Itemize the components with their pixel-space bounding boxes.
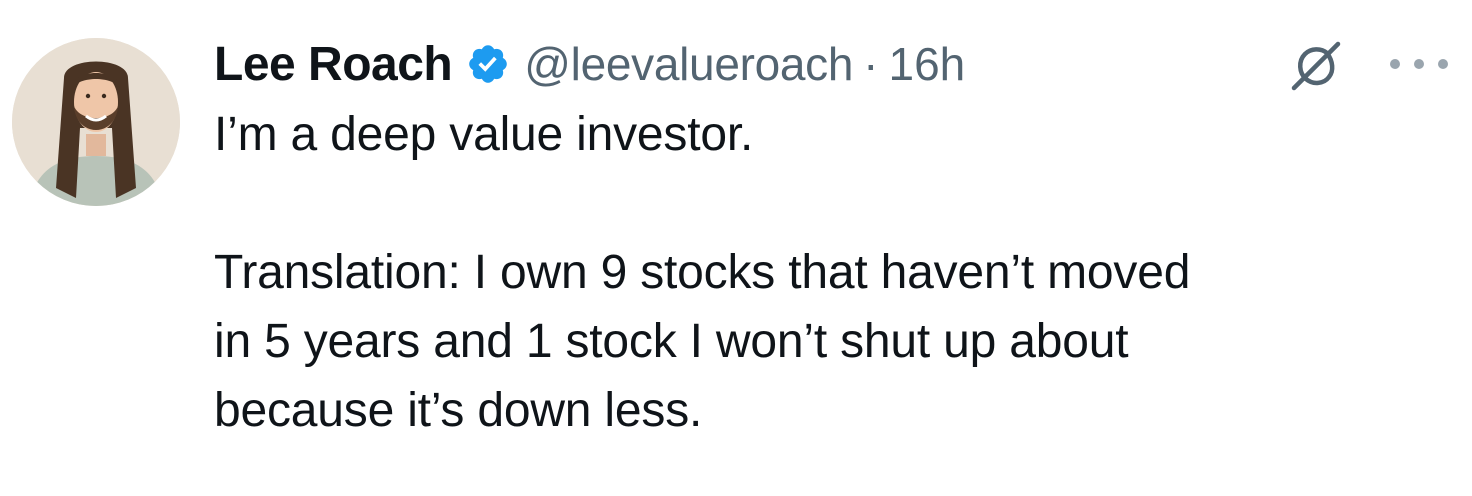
timestamp[interactable]: 16h [889, 37, 966, 91]
tweet-text: I’m a deep value investor. Translation: … [214, 100, 1454, 445]
tweet-paragraph-1: I’m a deep value investor. [214, 108, 754, 161]
tweet-header: Lee Roach @leevalueroach · 16h [214, 32, 965, 96]
tweet-line: Translation: I own 9 stocks that haven’t… [214, 246, 1191, 299]
more-options-icon[interactable] [1390, 54, 1448, 74]
tweet-line: in 5 years and 1 stock I won’t shut up a… [214, 315, 1129, 368]
tweet[interactable]: Lee Roach @leevalueroach · 16h I’m a dee… [0, 0, 1472, 496]
more-dot-icon [1390, 59, 1400, 69]
more-dot-icon [1414, 59, 1424, 69]
author-handle[interactable]: @leevalueroach [524, 37, 853, 91]
grok-icon[interactable] [1286, 36, 1346, 96]
author-name[interactable]: Lee Roach [214, 37, 453, 92]
more-dot-icon [1438, 59, 1448, 69]
tweet-paragraph-2: Translation: I own 9 stocks that haven’t… [214, 238, 1454, 445]
verified-badge-icon[interactable] [466, 42, 510, 86]
separator-dot: · [863, 38, 879, 90]
avatar[interactable] [12, 38, 180, 206]
tweet-line: because it’s down less. [214, 384, 703, 437]
